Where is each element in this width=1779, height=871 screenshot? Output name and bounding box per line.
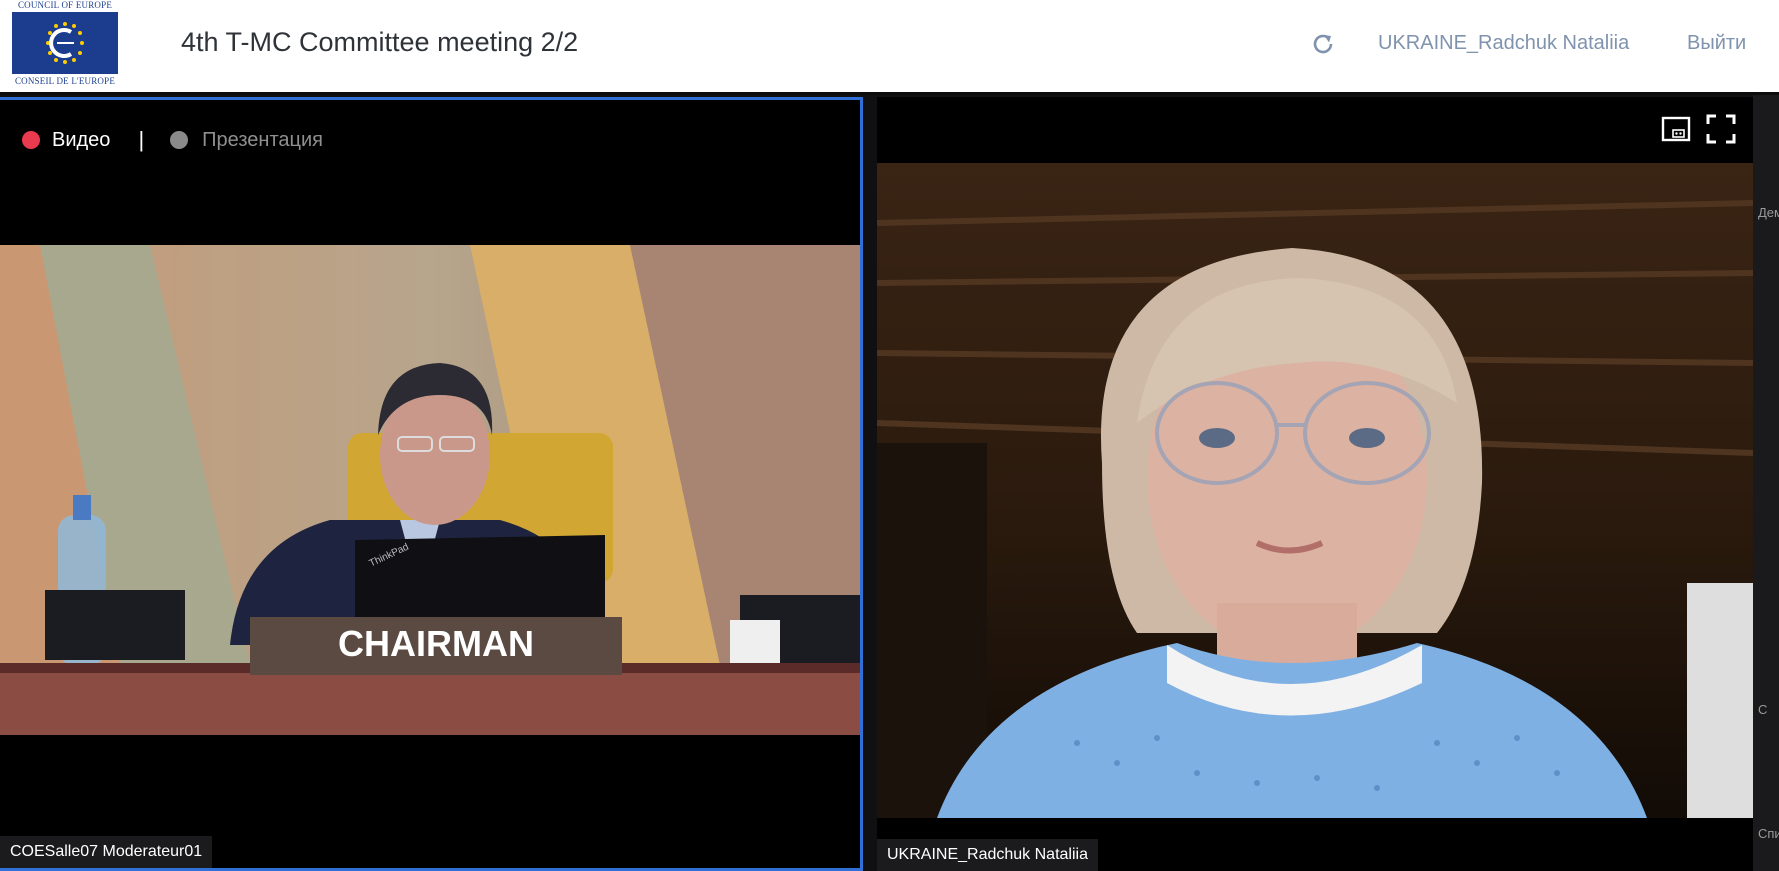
top-bar: COUNCIL OF EUROPE CONSEIL DE L'EUROPE 4t… <box>0 0 1779 92</box>
logo-top-text: COUNCIL OF EUROPE <box>17 0 113 10</box>
picture-in-picture-icon[interactable] <box>1660 113 1692 145</box>
side-label: Дем <box>1758 205 1779 220</box>
participant-video-panel[interactable]: UKRAINE_Radchuk Nataliia <box>877 97 1753 871</box>
participant-name-tag: UKRAINE_Radchuk Nataliia <box>877 839 1098 871</box>
logout-button[interactable]: Выйти <box>1687 32 1746 55</box>
chairman-video-feed: CHAIRMAN ThinkPad <box>0 245 860 735</box>
header-divider <box>0 92 1779 95</box>
mode-video-option[interactable]: Видео <box>22 129 110 152</box>
participant-video-feed <box>877 163 1753 818</box>
side-label: Спи <box>1758 826 1779 841</box>
logo-flag <box>12 12 118 74</box>
side-label: С <box>1758 702 1768 717</box>
refresh-icon[interactable] <box>1310 31 1336 57</box>
fullscreen-icon[interactable] <box>1705 113 1737 145</box>
council-of-europe-logo[interactable]: COUNCIL OF EUROPE CONSEIL DE L'EUROPE <box>10 0 120 92</box>
logo-bottom-text: CONSEIL DE L'EUROPE <box>14 76 116 86</box>
presentation-inactive-dot <box>170 131 189 149</box>
mode-presentation-label: Презентация <box>202 128 323 151</box>
chairman-nameplate: CHAIRMAN <box>338 623 534 664</box>
main-video-panel[interactable]: Видео | Презентация CHAIRMAN ThinkPad CO… <box>0 97 863 871</box>
user-name-link[interactable]: UKRAINE_Radchuk Nataliia <box>1378 32 1629 55</box>
mode-video-label: Видео <box>52 128 111 151</box>
participant-name-tag: COESalle07 Moderateur01 <box>0 836 213 868</box>
meeting-title: 4th T-MC Committee meeting 2/2 <box>181 27 579 57</box>
video-active-dot <box>22 131 40 149</box>
mode-switch: Видео | Презентация <box>22 127 323 152</box>
mode-presentation-option[interactable]: Презентация <box>170 129 323 152</box>
mode-separator: | <box>138 127 145 152</box>
